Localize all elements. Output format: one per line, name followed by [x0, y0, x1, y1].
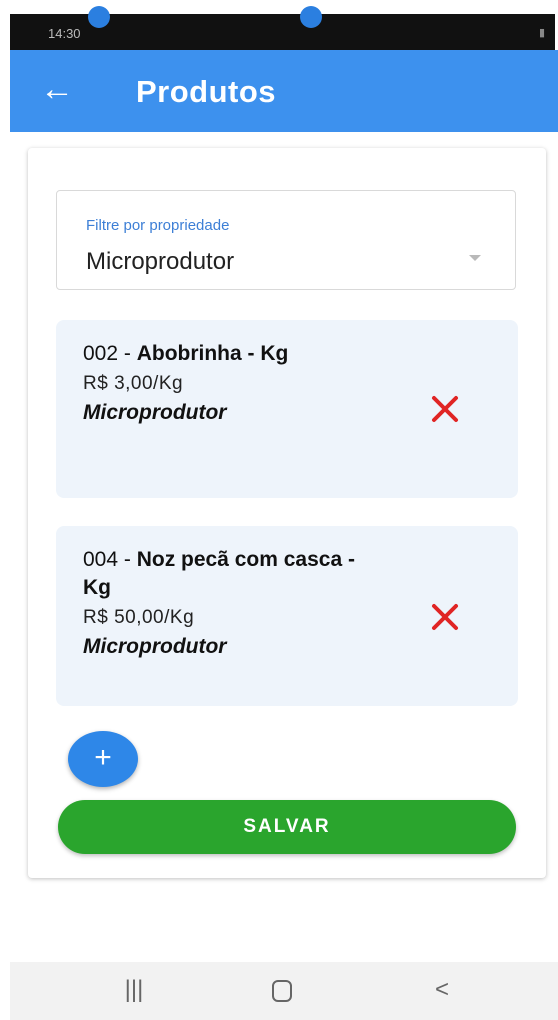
status-bar: 14:30 ▮ [10, 6, 555, 50]
remove-product-icon[interactable] [428, 600, 462, 634]
content-card: Filtre por propriedade Microprodutor 002… [28, 148, 546, 878]
product-card: 002 - Abobrinha - Kg R$ 3,00/Kg Micropro… [56, 320, 518, 498]
recent-apps-icon[interactable]: ||| [114, 976, 154, 1006]
back-icon[interactable]: < [422, 976, 462, 1006]
product-info: 002 - Abobrinha - Kg R$ 3,00/Kg Micropro… [83, 340, 363, 428]
status-bubble-icon [300, 6, 322, 28]
status-bubble-icon [88, 6, 110, 28]
product-price: R$ 3,00/Kg [83, 373, 184, 394]
save-button[interactable]: SALVAR [58, 800, 516, 854]
product-owner: Microprodutor [83, 635, 227, 658]
filter-value: Microprodutor [86, 248, 235, 275]
product-code: 002 - [83, 342, 137, 365]
filter-label: Filtre por propriedade [86, 217, 230, 234]
status-time: 14:30 [48, 26, 81, 41]
battery-icon: ▮ [538, 27, 545, 39]
page-title: Produtos [136, 74, 277, 109]
remove-product-icon[interactable] [428, 392, 462, 426]
product-name: 004 - Noz pecã com casca - Kg [83, 546, 363, 602]
system-nav-bar: ||| < [10, 962, 558, 1020]
add-product-button[interactable]: + [68, 731, 138, 787]
home-icon[interactable] [262, 976, 302, 1006]
product-owner: Microprodutor [83, 401, 227, 424]
property-filter-select[interactable]: Filtre por propriedade Microprodutor [56, 190, 516, 290]
product-card: 004 - Noz pecã com casca - Kg R$ 50,00/K… [56, 526, 518, 706]
product-price: R$ 50,00/Kg [83, 607, 195, 628]
product-code: 004 - [83, 548, 137, 571]
product-name: 002 - Abobrinha - Kg [83, 340, 363, 368]
app-bar: ← Produtos [10, 50, 558, 132]
dropdown-arrow-icon [469, 255, 481, 261]
product-title: Abobrinha - Kg [136, 342, 289, 365]
back-arrow-icon[interactable]: ← [40, 72, 74, 106]
product-info: 004 - Noz pecã com casca - Kg R$ 50,00/K… [83, 546, 363, 662]
